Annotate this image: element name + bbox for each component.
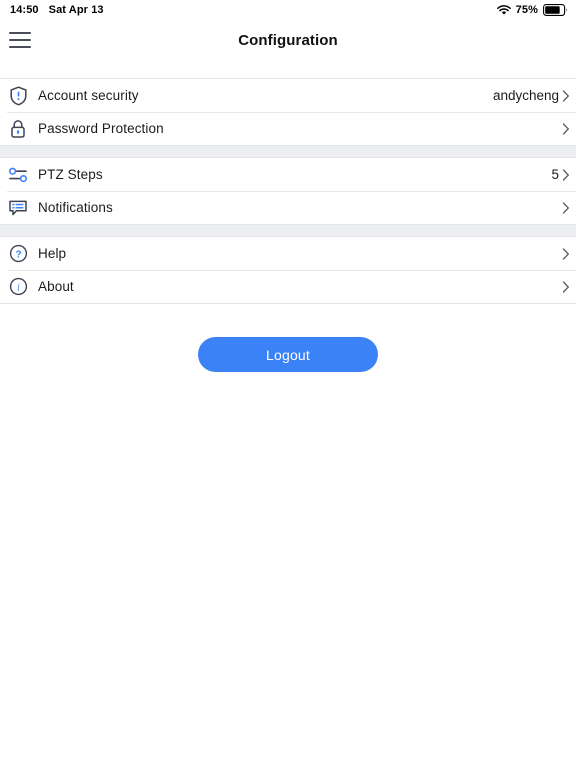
chevron-right-icon bbox=[560, 200, 572, 216]
settings-section-account: Account security andycheng Password Prot… bbox=[0, 78, 576, 146]
page-title: Configuration bbox=[238, 31, 338, 49]
settings-row-notifications[interactable]: Notifications bbox=[0, 191, 576, 224]
settings-row-accessory bbox=[559, 246, 572, 262]
settings-row-label: Password Protection bbox=[38, 121, 164, 136]
settings-screen: 14:50 Sat Apr 13 75% Configuration Accou… bbox=[0, 0, 576, 768]
settings-row-about[interactable]: i About bbox=[0, 270, 576, 303]
status-bar: 14:50 Sat Apr 13 75% bbox=[0, 0, 576, 20]
settings-row-label: About bbox=[38, 279, 74, 294]
settings-row-account-security[interactable]: Account security andycheng bbox=[0, 79, 576, 112]
settings-section-device: PTZ Steps 5 Notifications bbox=[0, 157, 576, 225]
chevron-right-icon bbox=[560, 167, 572, 183]
lock-icon bbox=[7, 118, 29, 140]
sliders-icon bbox=[7, 164, 29, 186]
navigation-bar: Configuration bbox=[0, 20, 576, 60]
shield-alert-icon bbox=[7, 85, 29, 107]
ptz-steps-value: 5 bbox=[551, 167, 559, 182]
settings-row-ptz-steps[interactable]: PTZ Steps 5 bbox=[0, 158, 576, 191]
hamburger-line bbox=[9, 45, 31, 48]
hamburger-line bbox=[9, 32, 31, 35]
battery-icon bbox=[543, 4, 568, 16]
logout-button-container: Logout bbox=[0, 337, 576, 372]
svg-text:?: ? bbox=[15, 249, 21, 260]
chevron-right-icon bbox=[560, 246, 572, 262]
settings-row-label: Notifications bbox=[38, 200, 113, 215]
settings-row-password-protection[interactable]: Password Protection bbox=[0, 112, 576, 145]
settings-section-info: ? Help i About bbox=[0, 236, 576, 304]
logout-button[interactable]: Logout bbox=[198, 337, 378, 372]
chevron-right-icon bbox=[560, 121, 572, 137]
question-circle-icon: ? bbox=[7, 243, 29, 265]
settings-row-accessory: 5 bbox=[551, 167, 572, 183]
chevron-right-icon bbox=[560, 279, 572, 295]
section-spacer bbox=[0, 225, 576, 236]
svg-text:i: i bbox=[17, 282, 20, 293]
chat-bubble-icon bbox=[7, 197, 29, 219]
status-bar-time: 14:50 bbox=[10, 4, 39, 16]
hamburger-line bbox=[9, 38, 31, 42]
battery-percent-label: 75% bbox=[515, 4, 538, 16]
settings-row-label: Help bbox=[38, 246, 67, 261]
status-bar-right-cluster: 75% bbox=[496, 4, 568, 16]
settings-row-label: Account security bbox=[38, 88, 139, 103]
hamburger-menu-icon[interactable] bbox=[9, 32, 31, 48]
wifi-icon bbox=[496, 4, 511, 16]
settings-row-accessory: andycheng bbox=[493, 88, 572, 104]
settings-row-label: PTZ Steps bbox=[38, 167, 103, 182]
account-username-value: andycheng bbox=[492, 88, 559, 103]
section-spacer bbox=[0, 60, 576, 78]
settings-row-accessory bbox=[559, 200, 572, 216]
settings-row-accessory bbox=[559, 279, 572, 295]
info-circle-icon: i bbox=[7, 276, 29, 298]
section-spacer bbox=[0, 146, 576, 157]
chevron-right-icon bbox=[560, 88, 572, 104]
status-bar-date: Sat Apr 13 bbox=[48, 4, 104, 16]
settings-row-accessory bbox=[559, 121, 572, 137]
settings-row-help[interactable]: ? Help bbox=[0, 237, 576, 270]
